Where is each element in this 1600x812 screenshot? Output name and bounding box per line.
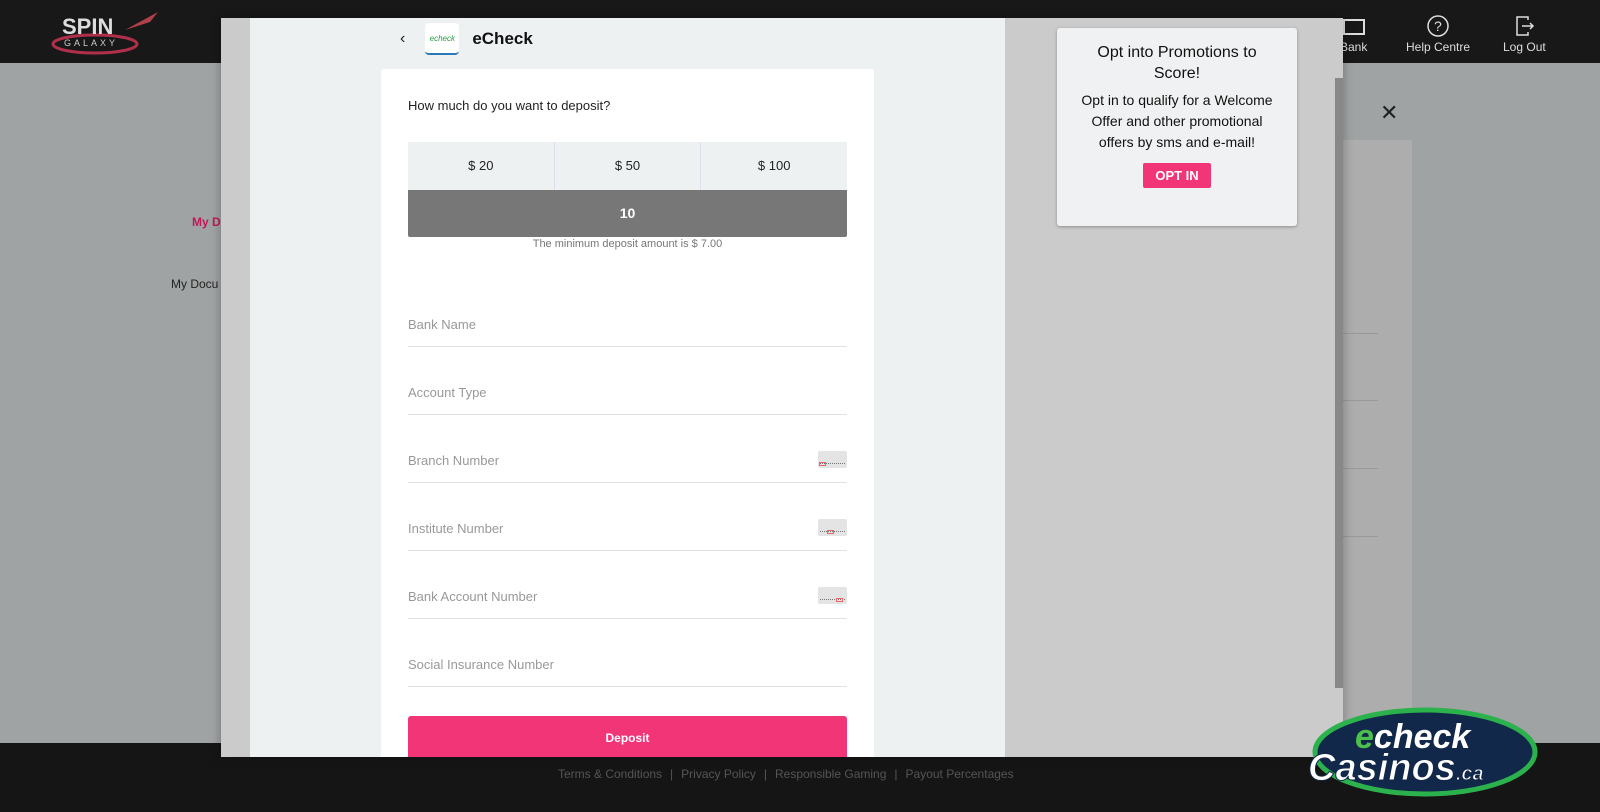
svg-text:GALAXY: GALAXY xyxy=(64,38,118,48)
minimum-deposit-note: The minimum deposit amount is $ 7.00 xyxy=(532,238,723,250)
cheque-hint-icon xyxy=(818,587,847,604)
my-documents-link[interactable]: My Docu xyxy=(171,277,218,291)
nav-log-out[interactable]: Log Out xyxy=(1503,14,1546,54)
logout-icon xyxy=(1516,16,1535,36)
deposit-panel: ‹ echeck eCheck How much do you want to … xyxy=(250,18,1005,757)
spin-galaxy-logo[interactable]: SPIN GALAXY xyxy=(50,8,165,56)
svg-text:?: ? xyxy=(1434,18,1442,34)
modal-title: eCheck xyxy=(472,29,533,48)
promo-body: Opt in to qualify for a Welcome Offer an… xyxy=(1081,92,1273,150)
bank-account-number-field[interactable]: Bank Account Number xyxy=(408,579,847,619)
opt-in-button[interactable]: OPT IN xyxy=(1143,163,1211,188)
footer-link[interactable]: Payout Percentages xyxy=(906,767,1014,781)
amount-50-button[interactable]: $ 50 xyxy=(555,142,702,190)
amount-100-button[interactable]: $ 100 xyxy=(701,142,847,190)
deposit-question: How much do you want to deposit? xyxy=(408,98,611,113)
promo-title: Opt into Promotions to Score! xyxy=(1097,44,1257,82)
question-circle-icon: ? xyxy=(1427,15,1449,37)
bank-name-field[interactable]: Bank Name xyxy=(408,307,847,347)
footer-link[interactable]: Terms & Conditions xyxy=(558,767,662,781)
branch-number-field[interactable]: Branch Number xyxy=(408,443,847,483)
quick-amounts: $ 20 $ 50 $ 100 xyxy=(408,142,847,190)
deposit-button[interactable]: Deposit xyxy=(408,716,847,757)
promotions-popup: Opt into Promotions to Score! Opt in to … xyxy=(1057,28,1297,226)
account-type-field[interactable]: Account Type xyxy=(408,375,847,415)
bank-card-icon xyxy=(1342,19,1365,35)
amount-input[interactable]: 10 xyxy=(408,190,847,237)
echeck-casinos-watermark: echeck Casinos.ca xyxy=(1308,707,1538,797)
modal-header: ‹ echeck eCheck xyxy=(400,23,533,55)
footer-link[interactable]: Privacy Policy xyxy=(681,767,756,781)
background-panel xyxy=(1343,140,1412,760)
section-title: My D xyxy=(192,215,221,229)
close-icon[interactable]: ✕ xyxy=(1380,100,1398,126)
scrollbar[interactable] xyxy=(1335,78,1343,688)
social-insurance-number-field[interactable]: Social Insurance Number xyxy=(408,647,847,687)
cheque-hint-icon xyxy=(818,519,847,536)
cheque-hint-icon xyxy=(818,451,847,468)
amount-20-button[interactable]: $ 20 xyxy=(408,142,555,190)
back-chevron-icon[interactable]: ‹ xyxy=(400,30,405,48)
deposit-form: How much do you want to deposit? $ 20 $ … xyxy=(381,69,874,757)
svg-text:SPIN: SPIN xyxy=(62,14,113,39)
nav-help-centre[interactable]: ? Help Centre xyxy=(1406,14,1470,54)
institute-number-field[interactable]: Institute Number xyxy=(408,511,847,551)
footer-link[interactable]: Responsible Gaming xyxy=(775,767,886,781)
footer-links: Terms & Conditions | Privacy Policy | Respon… xyxy=(558,767,1014,781)
nav-bank[interactable]: Bank xyxy=(1340,14,1367,54)
echeck-logo: echeck xyxy=(425,23,460,55)
